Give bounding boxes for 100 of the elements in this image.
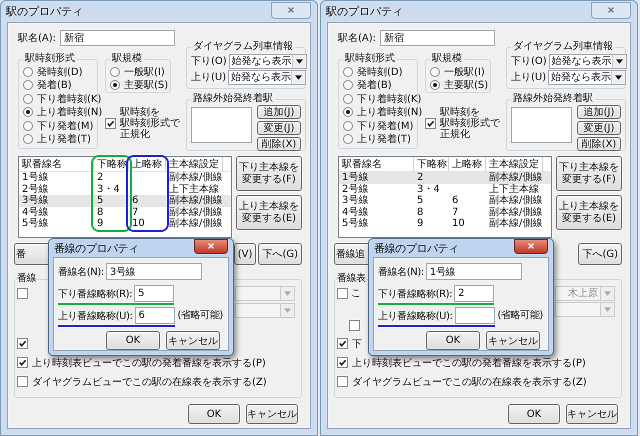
dropdown[interactable]: 始発なら表示 xyxy=(548,70,626,84)
radio-button[interactable] xyxy=(430,66,440,77)
radio-button[interactable] xyxy=(343,80,353,90)
action-button[interactable]: 下へ(G) xyxy=(578,243,622,265)
input-field[interactable]: 5 xyxy=(134,285,174,302)
table-cell-text: 2号線 xyxy=(21,184,50,195)
radio-label: 発時刻(D) xyxy=(37,66,83,79)
dialog-button[interactable]: OK xyxy=(508,404,560,424)
table-row[interactable]: 5号線 9 10 副本線/側線 xyxy=(339,218,551,230)
radio-button[interactable] xyxy=(23,80,33,90)
column-header[interactable]: 下略称 xyxy=(414,157,449,171)
table-row[interactable]: 3号線 5 6 副本線/側線 xyxy=(19,195,231,206)
input-field[interactable]: 2 xyxy=(454,285,494,302)
action-button[interactable]: 削除(X) xyxy=(257,137,301,151)
radio-label: 上り発着(T) xyxy=(357,132,411,146)
column-header[interactable]: 主本線設定 xyxy=(166,157,223,171)
close-icon xyxy=(207,242,215,250)
table-row[interactable]: 5号線 9 10 副本線/側線 xyxy=(19,218,231,230)
column-header[interactable]: 主本線設定 xyxy=(486,157,543,171)
radio-button[interactable] xyxy=(343,134,353,144)
radio-button[interactable] xyxy=(110,66,120,77)
table-row[interactable]: 1号線 2 副本線/側線 xyxy=(19,172,231,184)
dropdown-arrow-icon xyxy=(604,306,611,312)
dialog-button[interactable]: キャンセル xyxy=(166,331,220,350)
column-header[interactable]: 駅番線名 xyxy=(19,157,94,171)
input-field[interactable]: 1号線 xyxy=(426,263,522,280)
action-button[interactable]: 追加(J) xyxy=(257,105,301,119)
radio-button[interactable] xyxy=(23,120,33,131)
table-row[interactable]: 2号線 3・4 上下主本線 xyxy=(339,184,551,195)
action-button[interactable]: 下り主本線を 変更する(F) xyxy=(236,156,302,191)
checkbox[interactable] xyxy=(105,118,116,129)
dialog-button[interactable]: OK xyxy=(426,331,480,350)
list-box[interactable] xyxy=(511,107,572,143)
input-field[interactable]: 新宿 xyxy=(60,30,176,46)
table-row[interactable]: 2号線 3・4 上下主本線 xyxy=(19,184,231,195)
table-row[interactable]: 3号線 5 6 副本線/側線 xyxy=(339,195,551,206)
checkbox[interactable] xyxy=(17,357,28,368)
checkbox[interactable] xyxy=(337,376,348,387)
radio-button[interactable] xyxy=(23,134,33,144)
radio-button[interactable] xyxy=(110,80,120,90)
window-title: 駅のプロパティ xyxy=(6,4,83,19)
action-button[interactable]: 上り主本線を 変更する(E) xyxy=(236,195,302,230)
field-label: 駅名(A): xyxy=(18,32,56,45)
radio-button[interactable] xyxy=(23,94,33,104)
input-field[interactable]: 新宿 xyxy=(380,30,496,46)
dialog-button[interactable]: OK xyxy=(106,331,160,350)
close-button[interactable] xyxy=(194,238,228,254)
dropdown-arrow-icon xyxy=(616,58,623,64)
table-row[interactable]: 1号線 2 副本線/側線 xyxy=(339,172,551,184)
input-field[interactable]: 6 xyxy=(134,307,174,324)
action-button[interactable]: 削除(X) xyxy=(577,137,621,151)
checkbox[interactable] xyxy=(425,118,436,129)
checkbox-label: ダイヤグラムビューでこの駅の在線表を表示する(Z) xyxy=(32,376,267,388)
close-icon xyxy=(607,6,615,14)
field-label: 番線名(N): xyxy=(58,266,104,278)
table-cell-text: 9 xyxy=(416,218,424,230)
close-icon xyxy=(287,6,295,14)
group-title: 番線表 xyxy=(337,273,366,285)
action-button[interactable]: 下り主本線を 変更する(F) xyxy=(556,156,622,191)
action-button[interactable]: 追加(J) xyxy=(577,105,621,119)
action-button[interactable]: 変更(J) xyxy=(257,121,301,135)
dropdown[interactable]: 始発なら表示 xyxy=(228,54,307,68)
action-button[interactable]: 上り主本線を 変更する(E) xyxy=(556,195,622,230)
checkbox[interactable] xyxy=(17,376,28,387)
action-button[interactable]: (V) xyxy=(234,243,256,265)
dialog-button[interactable]: キャンセル xyxy=(246,404,298,424)
dialog-button[interactable]: OK xyxy=(188,404,240,424)
column-header[interactable]: 上略称 xyxy=(449,157,486,171)
checkbox-label: 駅時刻を 駅時刻形式で 正規化 xyxy=(440,107,500,140)
list-box[interactable] xyxy=(191,107,252,143)
input-field[interactable]: 3号線 xyxy=(106,263,202,280)
radio-button[interactable] xyxy=(343,94,353,104)
radio-button[interactable] xyxy=(343,120,353,131)
dropdown-arrow-icon xyxy=(284,308,291,313)
checkbox[interactable] xyxy=(349,320,360,332)
field-label: 上り(U) xyxy=(191,70,226,84)
column-header[interactable]: 駅番線名 xyxy=(339,157,414,171)
checkbox[interactable] xyxy=(17,338,28,349)
close-button[interactable] xyxy=(514,238,548,254)
radio-label: 主要駅(S) xyxy=(444,78,488,92)
checkbox[interactable] xyxy=(337,357,348,368)
radio-button[interactable] xyxy=(430,80,440,90)
radio-button[interactable] xyxy=(343,66,353,77)
radio-button[interactable] xyxy=(23,66,33,77)
dialog-button[interactable]: キャンセル xyxy=(566,404,618,424)
checkbox[interactable] xyxy=(337,338,348,349)
action-button[interactable]: 変更(J) xyxy=(577,121,621,135)
input-field[interactable] xyxy=(454,307,494,324)
dropdown[interactable]: 始発なら表示 xyxy=(228,70,306,84)
dropdown[interactable]: 始発なら表示 xyxy=(548,54,627,68)
radio-label: 一般駅(I) xyxy=(124,66,165,79)
dialog-button[interactable]: キャンセル xyxy=(486,331,540,350)
table-cell-text: 3号線 xyxy=(21,195,50,206)
radio-button[interactable] xyxy=(343,107,353,118)
checkbox-label: 駅時刻を 駅時刻形式で 正規化 xyxy=(120,107,180,140)
table-row[interactable]: 4号線 8 7 副本線/側線 xyxy=(339,206,551,218)
radio-button[interactable] xyxy=(23,107,33,118)
table-row[interactable]: 4号線 8 7 副本線/側線 xyxy=(19,206,231,218)
column-header[interactable]: 上略称 xyxy=(129,157,166,171)
action-button[interactable]: 下へ(G) xyxy=(258,243,302,265)
